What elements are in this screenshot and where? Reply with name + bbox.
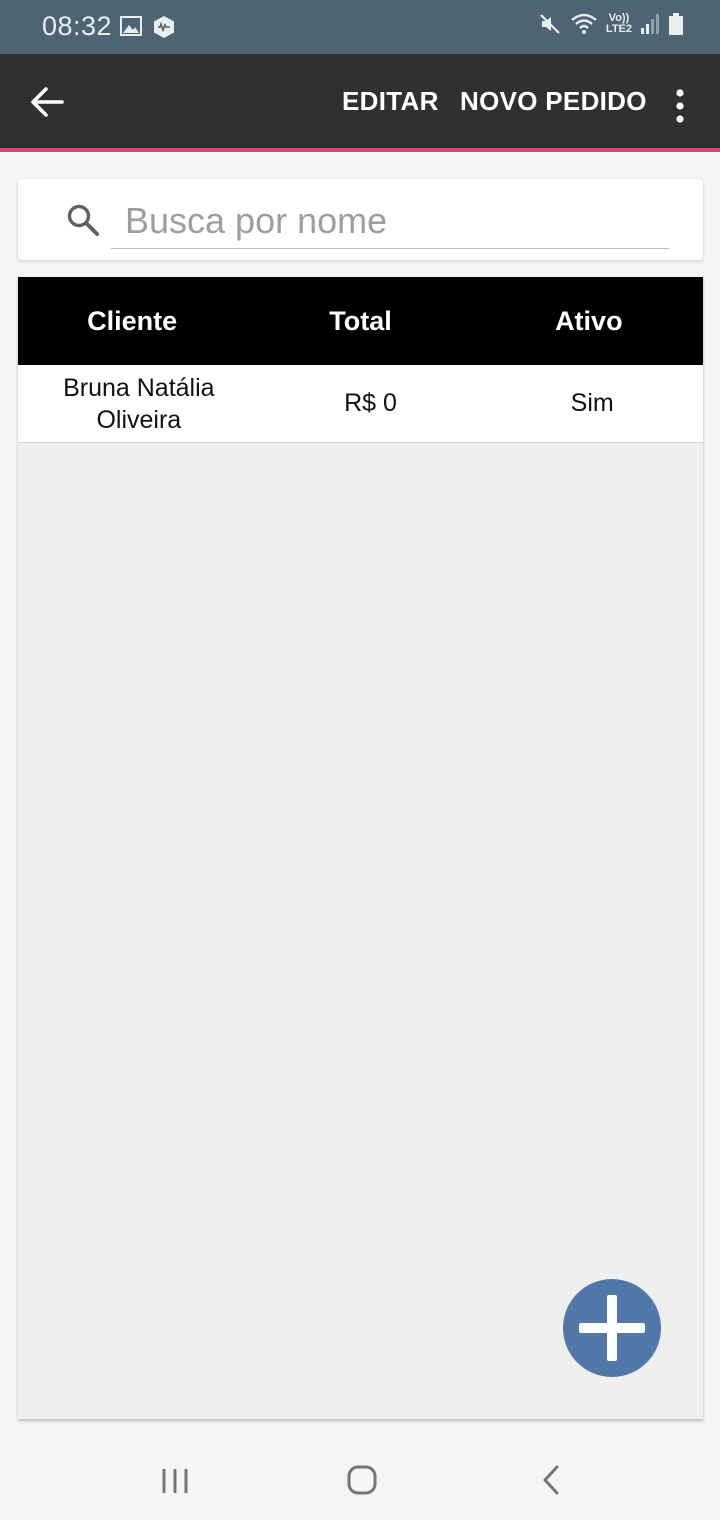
volte-label-bottom: LTE2 — [605, 23, 632, 35]
add-client-button[interactable] — [563, 1279, 661, 1377]
signal-icon — [641, 14, 659, 34]
image-icon — [120, 16, 142, 36]
status-bar: 08:32 Vo)) LTE2 — [0, 0, 720, 54]
search-input[interactable] — [111, 193, 669, 249]
home-icon[interactable] — [346, 1464, 378, 1496]
table-row[interactable]: Bruna Natália Oliveira R$ 0 Sim — [18, 365, 703, 443]
system-nav-bar — [0, 1430, 720, 1520]
column-header-total[interactable]: Total — [246, 306, 474, 337]
column-header-client[interactable]: Cliente — [18, 306, 246, 337]
volte-icon: Vo)) LTE2 — [606, 13, 632, 35]
table-header: Cliente Total Ativo — [18, 277, 703, 365]
column-header-active[interactable]: Ativo — [475, 306, 703, 337]
recent-apps-icon[interactable] — [160, 1467, 190, 1495]
arrow-left-icon[interactable] — [26, 81, 68, 123]
battery-icon — [669, 13, 683, 35]
cell-total: R$ 0 — [344, 389, 397, 417]
back-icon[interactable] — [540, 1464, 562, 1496]
app-bar: EDITAR NOVO PEDIDO — [0, 54, 720, 152]
search-icon — [67, 204, 99, 236]
clients-list-card — [18, 277, 703, 1419]
cell-client: Bruna Natália Oliveira — [63, 373, 215, 434]
cell-active: Sim — [570, 389, 614, 417]
status-time: 08:32 — [42, 11, 113, 41]
app-notification-icon — [154, 16, 174, 38]
mute-icon — [540, 14, 560, 34]
wifi-icon — [571, 13, 597, 34]
new-order-button[interactable]: NOVO PEDIDO — [460, 86, 647, 117]
edit-button[interactable]: EDITAR — [342, 86, 439, 117]
more-vert-icon[interactable] — [668, 88, 692, 124]
search-card — [18, 179, 703, 260]
